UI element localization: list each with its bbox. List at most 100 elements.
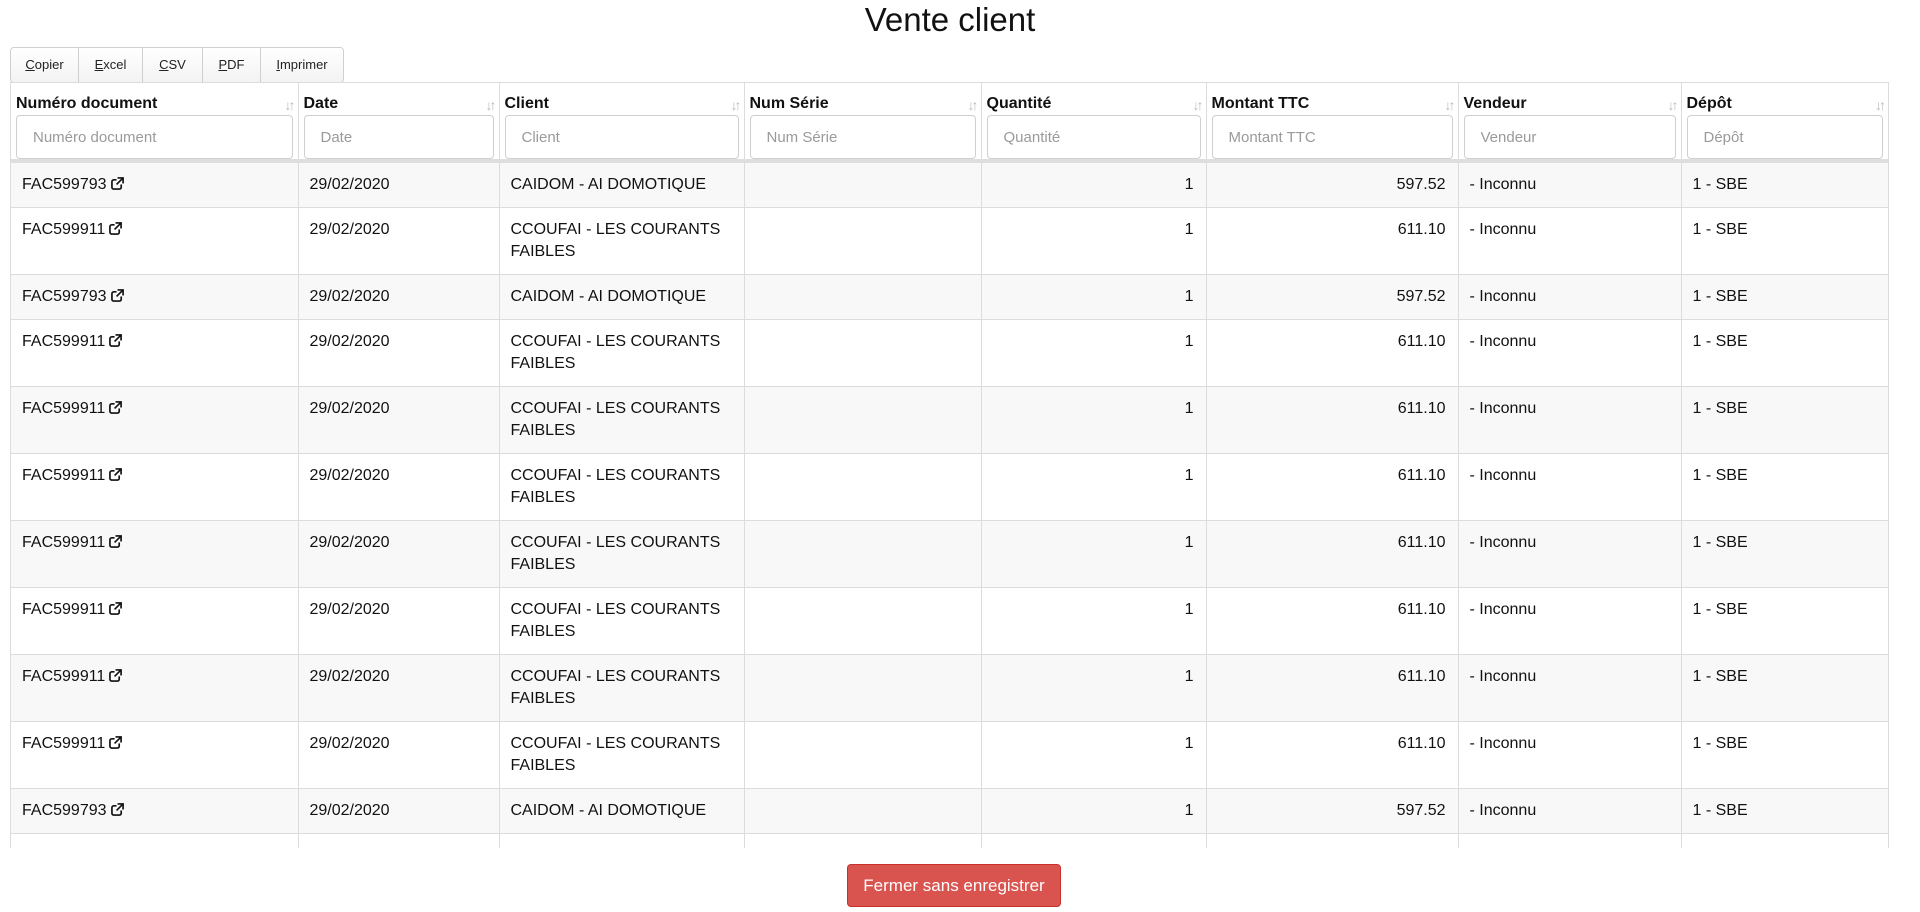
document-number[interactable]: FAC599793 [22, 176, 107, 193]
external-link-icon[interactable] [111, 846, 124, 848]
column-header-date[interactable]: Date ↓↑ [298, 83, 500, 163]
document-number[interactable]: FAC599911 [22, 333, 105, 350]
filter-input-doc[interactable] [16, 115, 293, 159]
table-row[interactable]: FAC599911 29/02/2020 CCOUFAI - LES COURANT… [11, 654, 1888, 722]
sort-both-icon[interactable]: ↓↑ [1668, 97, 1679, 113]
table-row[interactable]: FAC599911 29/02/2020 CCOUFAI - LES COURANT… [11, 453, 1888, 521]
column-header-doc[interactable]: Numéro document ↓↑ [11, 83, 299, 163]
column-header-depot[interactable]: Dépôt ↓↑ [1681, 83, 1888, 163]
external-link-icon[interactable] [109, 600, 123, 615]
cell-client: CCOUFAI - LES COURANTS FAIBLES [499, 520, 745, 588]
cell-doc[interactable]: FAC599911 [11, 319, 299, 387]
column-header-serial[interactable]: Num Série ↓↑ [744, 83, 982, 163]
cell-depot: 1 - SBE [1681, 587, 1888, 655]
document-number[interactable]: FAC599911 [22, 400, 105, 417]
external-link-icon[interactable] [109, 332, 123, 347]
sort-both-icon[interactable]: ↓↑ [486, 97, 497, 113]
column-label: Date [303, 95, 339, 112]
filter-input-amount[interactable] [1211, 115, 1453, 159]
filter-input-qty[interactable] [986, 115, 1201, 159]
filter-input-depot[interactable] [1686, 115, 1883, 159]
document-number[interactable]: FAC599911 [22, 735, 105, 752]
sort-both-icon[interactable]: ↓↑ [285, 97, 296, 113]
document-number[interactable]: FAC599793 [22, 847, 107, 848]
cell-doc[interactable]: FAC599911 [11, 207, 299, 275]
cell-doc[interactable]: FAC599911 [11, 520, 299, 588]
filter-input-serial[interactable] [749, 115, 976, 159]
external-link-icon[interactable] [109, 734, 123, 749]
cell-qty: 1 [981, 319, 1207, 387]
filter-input-seller[interactable] [1463, 115, 1676, 159]
cell-date: 29/02/2020 [298, 654, 500, 722]
sort-both-icon[interactable]: ↓↑ [968, 97, 979, 113]
table-row[interactable]: FAC599911 29/02/2020 CCOUFAI - LES COURANT… [11, 319, 1888, 387]
cell-depot: 1 - SBE [1681, 833, 1888, 848]
cell-serial [744, 386, 982, 454]
sales-table-container[interactable]: Numéro document↓↑Date↓↑Client↓↑Num Série… [10, 82, 1889, 848]
cell-serial [744, 453, 982, 521]
cell-doc[interactable]: FAC599793 [11, 274, 299, 320]
sort-both-icon[interactable]: ↓↑ [731, 97, 742, 113]
external-link-icon[interactable] [109, 220, 123, 235]
document-number[interactable]: FAC599793 [22, 802, 107, 819]
cell-seller: - Inconnu [1458, 386, 1682, 454]
table-row[interactable]: FAC599911 29/02/2020 CCOUFAI - LES COURANT… [11, 587, 1888, 655]
cell-doc[interactable]: FAC599911 [11, 721, 299, 789]
cell-doc[interactable]: FAC599911 [11, 654, 299, 722]
column-header-qty[interactable]: Quantité ↓↑ [981, 83, 1207, 163]
cell-client: CCOUFAI - LES COURANTS FAIBLES [499, 453, 745, 521]
copy-button[interactable]: Copier [11, 48, 79, 82]
external-link-icon[interactable] [110, 175, 124, 190]
document-number[interactable]: FAC599793 [22, 288, 107, 305]
document-number[interactable]: FAC599911 [22, 467, 105, 484]
external-link-icon[interactable] [110, 287, 124, 302]
document-number[interactable]: FAC599911 [22, 221, 105, 238]
table-row[interactable]: FAC599911 29/02/2020 CCOUFAI - LES COURANT… [11, 520, 1888, 588]
column-header-amount[interactable]: Montant TTC ↓↑ [1206, 83, 1459, 163]
table-row[interactable]: FAC599793 29/02/2020CAIDOM - AI DOMOTIQUE… [11, 161, 1888, 208]
csv-button[interactable]: CSV [143, 48, 203, 82]
cell-doc[interactable]: FAC599793 [11, 833, 299, 848]
filter-input-client[interactable] [504, 115, 739, 159]
cell-doc[interactable]: FAC599793 [11, 161, 299, 208]
sort-both-icon[interactable]: ↓↑ [1193, 97, 1204, 113]
cell-amount: 611.10 [1206, 654, 1459, 722]
cell-qty: 1 [981, 587, 1207, 655]
cell-serial [744, 833, 982, 848]
sort-both-icon[interactable]: ↓↑ [1875, 97, 1886, 113]
table-row[interactable]: FAC599911 29/02/2020 CCOUFAI - LES COURANT… [11, 207, 1888, 275]
external-link-icon[interactable] [109, 667, 123, 682]
cell-client: CCOUFAI - LES COURANTS FAIBLES [499, 207, 745, 275]
cell-client: CAIDOM - AI DOMOTIQUE [499, 833, 745, 848]
column-header-client[interactable]: Client ↓↑ [499, 83, 745, 163]
table-row[interactable]: FAC599793 29/02/2020CAIDOM - AI DOMOTIQUE… [11, 274, 1888, 320]
sort-both-icon[interactable]: ↓↑ [1445, 97, 1456, 113]
external-link-icon[interactable] [110, 801, 124, 816]
cell-seller: - Inconnu [1458, 453, 1682, 521]
external-link-icon[interactable] [109, 399, 123, 414]
pdf-button[interactable]: PDF [203, 48, 261, 82]
cell-doc[interactable]: FAC599911 [11, 587, 299, 655]
table-row[interactable]: FAC599793 29/02/2020CAIDOM - AI DOMOTIQUE… [11, 788, 1888, 834]
filter-input-date[interactable] [303, 115, 494, 159]
external-link-icon[interactable] [109, 533, 123, 548]
cell-client: CAIDOM - AI DOMOTIQUE [499, 788, 745, 834]
cell-doc[interactable]: FAC599911 [11, 386, 299, 454]
cell-qty: 1 [981, 520, 1207, 588]
cell-client: CAIDOM - AI DOMOTIQUE [499, 274, 745, 320]
excel-button[interactable]: Excel [79, 48, 143, 82]
document-number[interactable]: FAC599911 [22, 601, 105, 618]
document-number[interactable]: FAC599911 [22, 534, 105, 551]
cell-doc[interactable]: FAC599793 [11, 788, 299, 834]
close-without-saving-button[interactable]: Fermer sans enregistrer [847, 864, 1061, 907]
cell-doc[interactable]: FAC599911 [11, 453, 299, 521]
table-row[interactable]: FAC599911 29/02/2020 CCOUFAI - LES COURANT… [11, 386, 1888, 454]
table-row[interactable]: FAC599911 29/02/2020 CCOUFAI - LES COURANT… [11, 721, 1888, 789]
table-row[interactable]: FAC599793 29/02/2020CAIDOM - AI DOMOTIQUE… [11, 833, 1888, 848]
document-number[interactable]: FAC599911 [22, 668, 105, 685]
print-button[interactable]: Imprimer [261, 48, 343, 82]
header-row: Numéro document↓↑Date↓↑Client↓↑Num Série… [11, 83, 1888, 163]
cell-date: 29/02/2020 [298, 453, 500, 521]
column-header-seller[interactable]: Vendeur ↓↑ [1458, 83, 1682, 163]
external-link-icon[interactable] [109, 466, 123, 481]
